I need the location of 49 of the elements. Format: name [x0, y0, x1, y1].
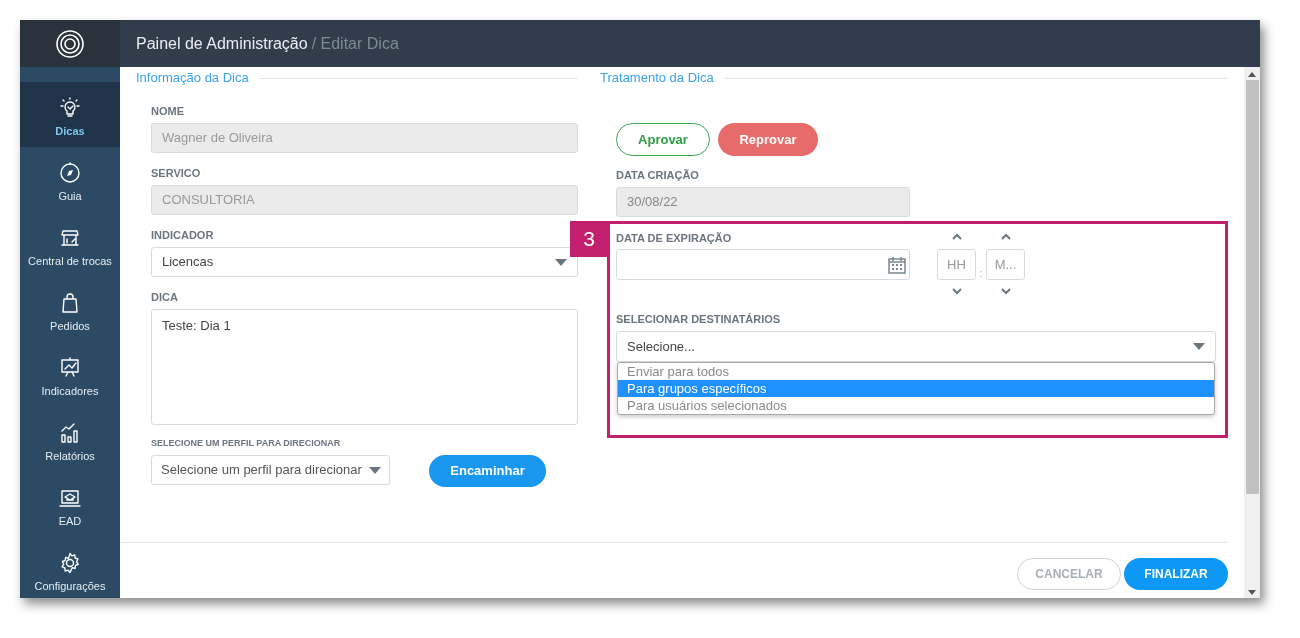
field-label: NOME: [151, 104, 185, 118]
sidebar-item[interactable]: Pedidos: [20, 277, 120, 342]
sidebar-item[interactable]: Guia: [20, 147, 120, 212]
caret-icon: [1193, 343, 1205, 350]
laptop-graduation-icon: [59, 487, 81, 509]
dropdown-field[interactable]: Licencas: [151, 247, 578, 277]
chevron-down-icon[interactable]: [1000, 285, 1011, 297]
storefront-icon: [59, 227, 81, 249]
chevron-down-icon[interactable]: [951, 285, 962, 297]
step-number: 3: [570, 221, 608, 257]
settings-icon: [59, 552, 81, 574]
section-legend: Informação da Dica: [136, 68, 249, 88]
field-label: DICA: [151, 290, 179, 304]
scroll-up-icon[interactable]: [1248, 72, 1256, 77]
sidebar-item[interactable]: Configurações: [20, 537, 120, 598]
sidebar-item[interactable]: Relatórios: [20, 407, 120, 472]
sidebar-item[interactable]: EAD: [20, 472, 120, 537]
field-label: INDICADOR: [151, 228, 215, 242]
dropdown-option[interactable]: Enviar para todos: [618, 363, 1214, 380]
lightbulb-icon: [59, 97, 81, 119]
recipients-dropdown[interactable]: Selecione...: [616, 331, 1216, 362]
text-area[interactable]: Teste: Dia 1: [151, 309, 578, 425]
bar-chart-icon: [59, 422, 81, 444]
dropdown-option[interactable]: Para usuários selecionados: [618, 397, 1214, 414]
field-label: SELECIONE UM PERFIL PARA DIRECIONAR: [151, 438, 342, 448]
section-legend: Tratamento da Dica: [600, 68, 714, 88]
profile-dropdown[interactable]: Selecione um perfil para direcionar: [151, 455, 390, 485]
sidebar-item[interactable]: Central de trocas: [20, 212, 120, 277]
scroll-down-icon[interactable]: [1248, 590, 1256, 595]
scrollbar[interactable]: [1244, 67, 1260, 598]
caret-icon: [555, 258, 567, 266]
compass-icon: [59, 162, 81, 184]
time-separator: :: [978, 266, 984, 281]
shopping-bag-icon: [59, 292, 81, 314]
logo-icon: [55, 28, 85, 59]
date-input-field[interactable]: [616, 249, 910, 280]
page-title: Painel de Administração: [136, 33, 308, 54]
field-label: DATA DE EXPIRAÇÃO: [616, 231, 733, 245]
sidebar-item[interactable]: Dicas: [20, 82, 120, 147]
field-label: DATA CRIAÇÃO: [616, 168, 700, 182]
field-label: SERVICO: [151, 166, 202, 180]
page-subtitle: / Editar Dica: [311, 33, 399, 54]
date-field: 30/08/22: [616, 187, 910, 217]
calendar-icon[interactable]: [887, 254, 907, 275]
caret-icon: [369, 466, 381, 474]
sidebar-item[interactable]: Indicadores: [20, 342, 120, 407]
scrollbar-thumb[interactable]: [1245, 80, 1259, 494]
field-label: SELECIONAR DESTINATÁRIOS: [616, 312, 782, 326]
presentation-chart-icon: [59, 357, 81, 379]
